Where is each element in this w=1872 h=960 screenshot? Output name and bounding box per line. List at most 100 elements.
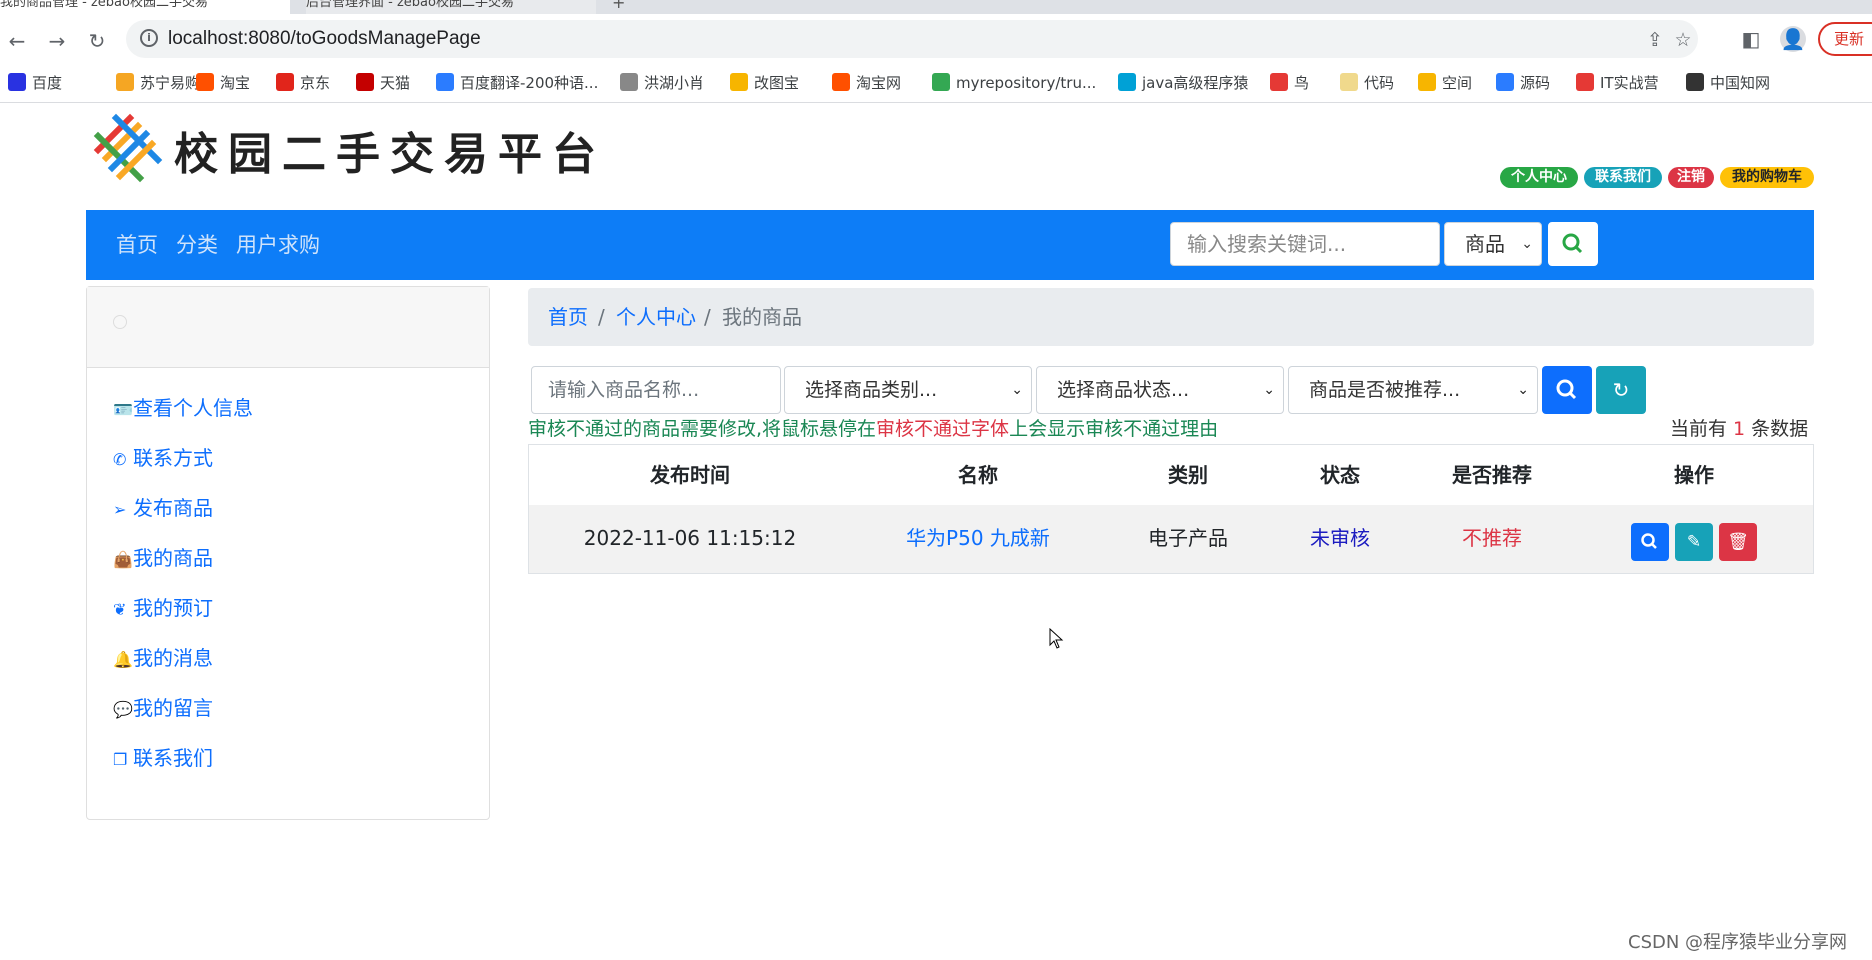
profile-avatar-icon[interactable]: 👤 [1780,26,1806,52]
table-header: 发布时间 名称 类别 状态 是否推荐 操作 [529,445,1813,506]
chevron-down-icon: ⌄ [1263,382,1275,398]
update-button[interactable]: 更新 [1818,22,1872,56]
table-row: 2022-11-06 11:15:12 华为P50 九成新 电子产品 未审核 不… [529,505,1813,573]
badge-contact-us[interactable]: 联系我们 [1584,167,1662,188]
goods-status-select[interactable]: 选择商品状态... ⌄ [1036,366,1284,414]
leaf-icon: ❦ [113,600,127,619]
bookmark-item[interactable]: 洪湖小肖 [620,72,704,94]
bookmark-item[interactable]: 改图宝 [730,72,799,94]
bookmark-item[interactable]: 源码 [1496,72,1550,94]
bookmark-item[interactable]: myrepository/tru... [932,72,1096,94]
tmall-icon [356,73,374,91]
site-search-button[interactable] [1548,222,1598,266]
bookmark-item[interactable]: 鸟 [1270,72,1309,94]
bird-icon [1270,73,1288,91]
bell-icon: 🔔 [113,650,133,669]
nav-category[interactable]: 分类 [176,232,218,258]
sidebar-item-contact-info[interactable]: ✆ 联系方式 [113,445,213,473]
goods-table: 发布时间 名称 类别 状态 是否推荐 操作 2022-11-06 11:15:1… [528,444,1814,574]
column-header: 名称 [958,463,998,487]
breadcrumb-home[interactable]: 首页 [548,304,588,330]
nav-user-requests[interactable]: 用户求购 [236,232,320,258]
nav-home[interactable]: 首页 [116,232,158,258]
column-header: 发布时间 [650,463,730,487]
sidebar-item-reservations[interactable]: ❦ 我的预订 [113,595,213,623]
main-navbar: 首页 分类 用户求购 输入搜索关键词... 商品 ⌄ [86,210,1814,280]
phone-icon: ✆ [113,450,127,469]
bookmark-item[interactable]: java高级程序猿 [1118,72,1248,94]
browser-tab-active[interactable]: 我的商品管理 - zebao校园二手交易 [0,0,290,14]
edit-button[interactable]: ✎ [1675,523,1713,561]
dolphin-icon [1496,73,1514,91]
delete-button[interactable]: 🗑 [1719,523,1757,561]
chevron-down-icon: ⌄ [1517,382,1529,398]
bookmark-item[interactable]: 中国知网 [1686,72,1770,94]
bookmark-item[interactable]: 苏宁易购 [116,72,200,94]
bookmark-label: java高级程序猿 [1142,74,1249,92]
site-info-icon[interactable]: i [140,29,158,47]
search-type-select[interactable]: 商品 ⌄ [1444,222,1542,266]
bookmark-item[interactable]: 淘宝网 [832,72,901,94]
cell-goods-name-link[interactable]: 华为P50 九成新 [906,525,1050,551]
sidebar-item-messages[interactable]: 🔔我的消息 [113,645,213,673]
badge-personal-center[interactable]: 个人中心 [1500,167,1578,188]
bookmark-label: myrepository/tru... [956,74,1097,92]
qzone-icon [1418,73,1436,91]
bookmarks-bar: 百度 苏宁易购 淘宝 京东 天猫 百度翻译-200种语... 洪湖小肖 改图宝 淘宝网 myrep… [0,64,1872,103]
bookmark-item[interactable]: 天猫 [356,72,410,94]
goods-category-select[interactable]: 选择商品类别... ⌄ [784,366,1032,414]
breadcrumb-personal-center[interactable]: 个人中心 [616,304,696,330]
bookmark-label: 空间 [1442,74,1473,92]
bookmark-item[interactable]: 代码 [1340,72,1394,94]
paw-icon [8,73,26,91]
badge-logout[interactable]: 注销 [1668,167,1714,188]
bookmark-label: 鸟 [1294,74,1310,92]
forward-icon[interactable]: → [46,30,68,52]
pencil-icon: ✎ [1686,532,1702,552]
bookmark-item[interactable]: 空间 [1418,72,1472,94]
folder-icon [730,73,748,91]
star-icon[interactable]: ☆ [1672,29,1694,51]
view-button[interactable] [1631,523,1669,561]
new-tab-button[interactable]: + [612,0,632,14]
bilibili-icon [1118,73,1136,91]
breadcrumb: 首页 / 个人中心 / 我的商品 [528,288,1814,346]
bookmark-item[interactable]: IT实战营 [1576,72,1659,94]
bookmark-item[interactable]: 百度翻译-200种语... [436,72,598,94]
sidebar-item-contact-us[interactable]: ❐ 联系我们 [113,745,213,773]
goods-recommend-select[interactable]: 商品是否被推荐... ⌄ [1288,366,1538,414]
filter-reset-button[interactable]: ↻ [1596,366,1646,414]
bookmark-label: 源码 [1520,74,1551,92]
bookmark-label: 洪湖小肖 [644,74,705,92]
share-icon[interactable]: ⇪ [1644,29,1666,51]
address-bar[interactable]: i localhost:8080/toGoodsManagePage ⇪ ☆ [126,20,1698,58]
trash-icon: 🗑 [1727,532,1749,552]
sidebar: 🪪查看个人信息 ✆ 联系方式 ➢ 发布商品 👜我的商品 ❦ 我的预订 🔔我的消息 💬我… [86,286,490,820]
bookmark-label: 中国知网 [1710,74,1771,92]
bookmark-item[interactable]: 京东 [276,72,330,94]
browser-tab[interactable]: 后台管理界面 - zebao校园二手交易 [306,0,596,14]
refresh-icon: ↻ [1612,378,1630,402]
chevron-down-icon: ⌄ [1011,382,1023,398]
bag-icon: 👜 [113,550,133,569]
bookmark-item[interactable]: 淘宝 [196,72,250,94]
url-text[interactable]: localhost:8080/toGoodsManagePage [168,28,481,50]
cell-recommend: 不推荐 [1462,526,1522,550]
chevron-down-icon: ⌄ [1521,236,1533,252]
reload-icon[interactable]: ↻ [86,30,108,52]
cell-status: 未审核 [1310,526,1370,550]
sidebar-item-my-goods[interactable]: 👜我的商品 [113,545,213,573]
goods-name-input[interactable]: 请输入商品名称... [531,366,781,414]
filter-search-button[interactable] [1542,366,1592,414]
bookmark-label: 改图宝 [754,74,800,92]
badge-cart[interactable]: 我的购物车 [1720,167,1814,188]
mouse-cursor-icon [1049,628,1064,649]
sidebar-item-comments[interactable]: 💬我的留言 [113,695,213,723]
sidebar-item-publish[interactable]: ➢ 发布商品 [113,495,213,523]
back-icon[interactable]: ← [6,30,28,52]
column-header: 是否推荐 [1452,463,1532,487]
site-search-input[interactable]: 输入搜索关键词... [1170,222,1440,266]
bookmark-item[interactable]: 百度 [8,72,62,94]
sidebar-item-profile[interactable]: 🪪查看个人信息 [113,395,253,423]
sidepanel-icon[interactable]: ◧ [1738,26,1764,52]
